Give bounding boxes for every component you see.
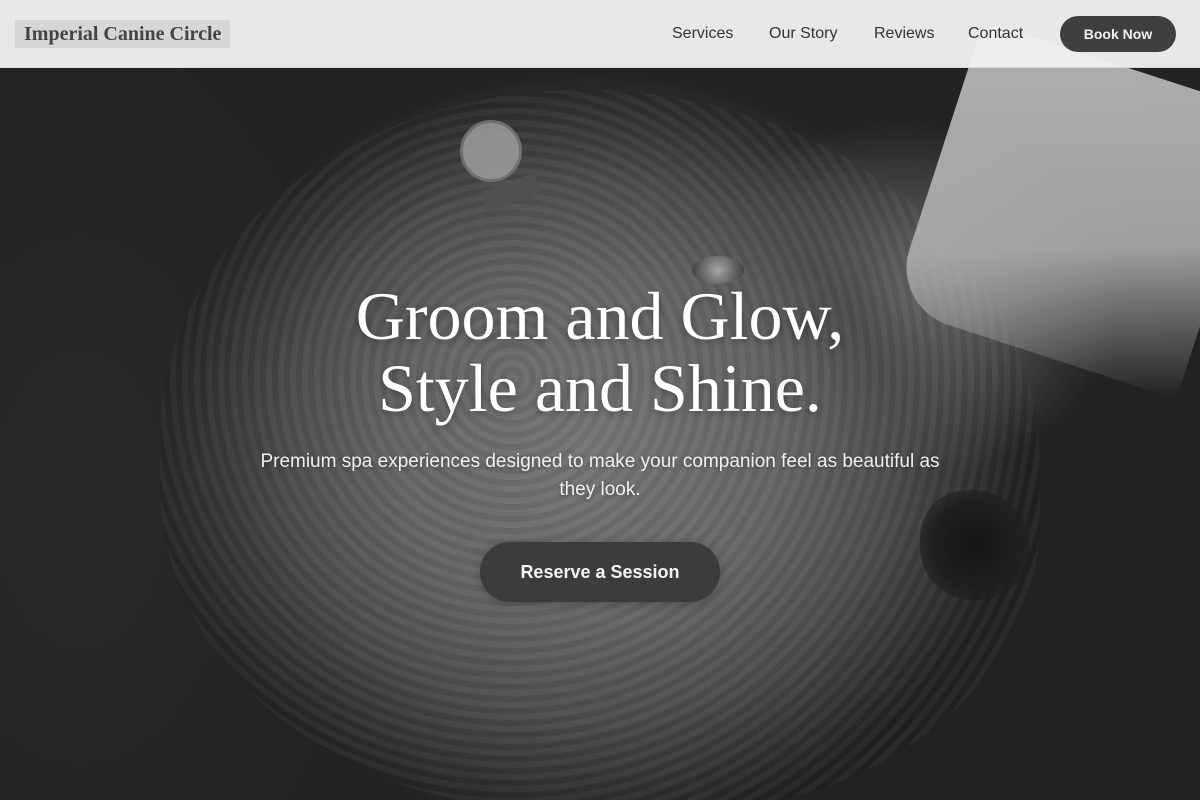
hero-headline-line-2: Style and Shine. [378,350,822,426]
hero-headline: Groom and Glow, Style and Shine. [200,280,1000,424]
hero-headline-line-1: Groom and Glow, [355,278,845,354]
book-now-button[interactable]: Book Now [1060,16,1176,52]
site-header: Imperial Canine Circle Services Our Stor… [0,0,1200,68]
nav-contact[interactable]: Contact [968,22,1023,46]
hero-section: Groom and Glow, Style and Shine. Premium… [0,0,1200,800]
hero-subheadline: Premium spa experiences designed to make… [260,451,940,500]
reserve-session-button[interactable]: Reserve a Session [480,542,720,602]
nav-reviews[interactable]: Reviews [874,22,934,46]
brand-logo[interactable]: Imperial Canine Circle [15,20,231,48]
nav-services[interactable]: Services [672,22,733,46]
nav-our-story[interactable]: Our Story [769,22,837,46]
